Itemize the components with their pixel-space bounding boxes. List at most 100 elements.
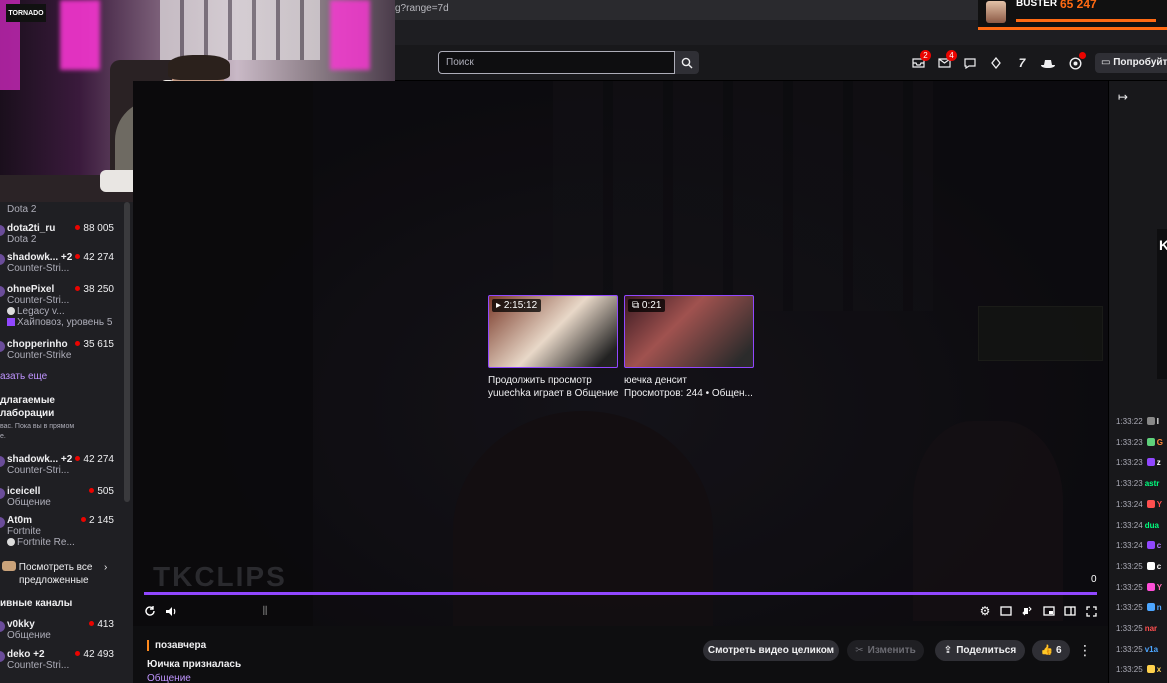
sidebar-scrollbar[interactable] [124, 202, 130, 502]
booster-progress-bar [1016, 19, 1156, 22]
equalizer-icon[interactable]: ⦀ [257, 603, 273, 619]
chat-username[interactable]: z [1157, 458, 1161, 467]
recommended-video-card[interactable]: ▸ 2:15:12 Продолжить просмотр yuuechka и… [488, 295, 618, 399]
video-date: позавчера [147, 640, 206, 651]
chat-message[interactable]: 1:33:25 x [1116, 665, 1161, 674]
search-input[interactable]: Поиск [438, 51, 675, 74]
replay-icon[interactable] [142, 603, 158, 619]
chat-username[interactable]: c [1157, 562, 1161, 571]
chat-timestamp: 1:33:25 [1116, 665, 1143, 675]
collapse-chat-icon[interactable]: ↦ [1118, 90, 1128, 104]
fullscreen-icon[interactable] [1083, 603, 1099, 619]
time-display: 0 [1091, 574, 1097, 585]
picture-in-picture-icon[interactable] [1041, 603, 1057, 619]
share-icon: ⇪ [943, 645, 953, 656]
cowboy-hat-icon[interactable] [1040, 55, 1056, 71]
seek-bar[interactable] [144, 592, 1097, 595]
inbox-badge: 2 [920, 50, 931, 61]
notifications-icon[interactable] [1067, 52, 1086, 71]
thumbs-up-icon: 👍 [1040, 645, 1053, 656]
settings-icon[interactable]: ⚙ [977, 603, 993, 619]
prime-icon[interactable]: 7 [1014, 55, 1030, 71]
sidebar-toggle-icon[interactable] [1062, 603, 1078, 619]
clip-icon[interactable] [1019, 603, 1035, 619]
drops-icon[interactable] [988, 55, 1004, 71]
chat-timestamp: 1:33:24 [1116, 541, 1143, 551]
chat-bubble-icon[interactable] [962, 55, 978, 71]
chat-username[interactable]: G [1157, 438, 1163, 447]
avatar [0, 286, 5, 297]
video-thumbnail[interactable]: ⧉ 0:21 [624, 295, 754, 368]
avatar [0, 225, 5, 236]
sidebar: Dota 2 dota2ti_ru Dota 2 88 005 shadowk.… [0, 202, 133, 683]
chat-message[interactable]: 1:33:25 Y [1116, 582, 1162, 592]
collab-icon [2, 561, 16, 571]
video-thumbnail[interactable]: ▸ 2:15:12 [488, 295, 618, 368]
chevron-right-icon: › [104, 562, 108, 573]
chat-message[interactable]: 1:33:22 l [1116, 417, 1159, 426]
chat-badge-icon [1146, 541, 1155, 550]
try-label: Попробуйте [1113, 57, 1167, 68]
see-all-suggested[interactable]: Посмотреть все › предложенные [2, 561, 107, 587]
chat-username[interactable]: c [1157, 541, 1161, 550]
scissors-icon: ✂ [855, 645, 864, 656]
like-button[interactable]: 👍 6 [1032, 640, 1070, 661]
video-player[interactable]: TKCLIPS ▸ 2:15:12 Продолжить просмотр yu… [133, 81, 1108, 626]
chat-message[interactable]: 1:33:25 c [1116, 561, 1161, 571]
chat-message[interactable]: 1:33:24 Y [1116, 499, 1162, 509]
tornado-logo: TORNADO [6, 4, 46, 22]
video-title: Юичка призналась [147, 659, 242, 670]
booster-name: BUSTER [1016, 0, 1058, 9]
chat-username[interactable]: n [1157, 603, 1162, 612]
show-more-link[interactable]: азать еще [0, 371, 47, 382]
chat-message[interactable]: 1:33:23 G [1116, 437, 1163, 447]
video-watermark: TKCLIPS [153, 561, 287, 592]
more-options-icon[interactable]: ⋮ [1078, 642, 1092, 659]
chat-message[interactable]: 1:33:25 v1a [1116, 645, 1158, 654]
chat-timestamp: 1:33:25 [1116, 624, 1143, 633]
booster-avatar [986, 1, 1006, 23]
chat-badge-icon [1146, 582, 1155, 591]
search-icon [681, 57, 693, 68]
collab-title-2: лаборации [0, 408, 55, 419]
chat-promo-banner[interactable]: K [1157, 229, 1167, 379]
collab-subtitle: вас. Пока вы в прямом [0, 423, 75, 430]
theatre-mode-icon[interactable] [998, 603, 1014, 619]
collab-title: длагаемые [0, 395, 55, 406]
chat-message[interactable]: 1:33:24 c [1116, 541, 1161, 550]
active-channels-title: ивные каналы [0, 598, 73, 609]
chat-username[interactable]: l [1157, 417, 1159, 426]
chat-message[interactable]: 1:33:25 n [1116, 603, 1162, 612]
booster-count: 65 247 [1060, 0, 1097, 11]
search-button[interactable] [675, 51, 699, 74]
chat-username[interactable]: dua [1145, 521, 1159, 530]
edit-button[interactable]: ✂ Изменить [847, 640, 924, 661]
avatar [0, 254, 5, 265]
chat-panel: ↦ K 1:33:22l 1:33:23G 1:33:23z 1:33:23astr 1… [1108, 81, 1167, 683]
watch-full-video-button[interactable]: Смотреть видео целиком [703, 640, 839, 661]
collab-subtitle-2: е. [0, 433, 6, 440]
chat-message[interactable]: 1:33:23 astr [1116, 479, 1159, 488]
chat-badge-icon [1146, 561, 1155, 570]
chat-username[interactable]: x [1157, 665, 1161, 674]
share-button[interactable]: ⇪ Поделиться [935, 640, 1025, 661]
try-turbo-button[interactable]: ▭ Попробуйте [1095, 53, 1167, 73]
volume-icon[interactable] [163, 603, 179, 619]
avatar [0, 621, 5, 632]
clip-icon: ⧉ [632, 300, 642, 311]
chat-username[interactable]: v1a [1145, 645, 1158, 654]
chat-message[interactable]: 1:33:25 nar [1116, 624, 1157, 633]
avatar [0, 456, 5, 467]
chat-username[interactable]: astr [1145, 479, 1160, 488]
video-category-link[interactable]: Общение [147, 673, 191, 683]
inbox-icon[interactable]: 2 [910, 50, 931, 71]
chat-username[interactable]: nar [1145, 624, 1157, 633]
chat-username[interactable]: Y [1157, 583, 1162, 592]
chat-badge-icon [1146, 417, 1155, 425]
chat-timestamp: 1:33:24 [1116, 520, 1143, 530]
whispers-icon[interactable]: 4 [936, 50, 957, 71]
chat-message[interactable]: 1:33:23 z [1116, 458, 1161, 467]
chat-message[interactable]: 1:33:24 dua [1116, 521, 1159, 530]
recommended-video-card[interactable]: ⧉ 0:21 юечка денсит Просмотров: 244 • Об… [624, 295, 754, 399]
chat-username[interactable]: Y [1157, 500, 1162, 509]
